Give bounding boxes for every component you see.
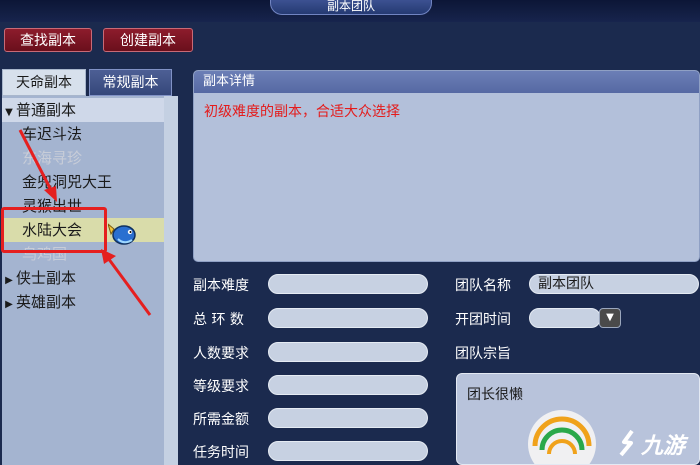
caret-right-icon: ▶ [5,299,13,310]
tree-category-xiashi[interactable]: ▶ 侠士副本 [2,266,164,290]
team-name-label: 团队名称 [455,278,511,294]
detail-header: 副本详情 [194,71,699,93]
tree-scrollbar[interactable] [164,96,178,465]
difficulty-field [268,274,428,294]
difficulty-label: 副本难度 [193,278,249,294]
window-title: 副本团队 [270,0,432,15]
rounds-field [268,308,428,328]
time-label: 任务时间 [193,445,249,461]
watermark-text: 九游 [641,434,686,459]
tree-item-chechi[interactable]: 车迟斗法 [2,122,164,146]
watermark-j-icon [619,429,634,457]
level-label: 等级要求 [193,379,249,395]
people-field [268,342,428,362]
instance-tree: ▼ 普通副本 车迟斗法 东海寻珍 金兜洞兕大王 灵猴出世 水陆大会 乌鸡国 ▶ 侠士… [2,96,166,465]
find-instance-button[interactable]: 查找副本 [4,28,92,52]
selection-highlight-box [1,207,107,253]
team-name-input[interactable]: 副本团队 [529,274,699,294]
money-label: 所需金额 [193,412,249,428]
title-bar: 副本团队 [0,0,700,22]
create-instance-button[interactable]: 创建副本 [103,28,193,52]
open-time-dropdown-button[interactable]: ▼ [599,308,621,328]
detail-description: 初级难度的副本，合适大众选择 [204,104,400,120]
purpose-label: 团队宗旨 [455,346,511,362]
open-time-label: 开团时间 [455,312,511,328]
tree-category-normal[interactable]: ▼ 普通副本 [2,98,164,122]
people-label: 人数要求 [193,346,249,362]
fish-cursor-icon [108,223,136,245]
tab-regular[interactable]: 常规副本 [89,69,172,96]
open-time-select[interactable] [529,308,601,328]
watermark-logo-icon [528,410,596,464]
level-field [268,375,428,395]
chevron-down-icon: ▼ [606,312,614,323]
tree-item-donghai: 东海寻珍 [22,149,83,167]
tab-tianming[interactable]: 天命副本 [2,69,86,96]
time-field [268,441,428,461]
purpose-text: 团长很懒 [467,387,523,403]
tree-item-jindoudong[interactable]: 金兜洞兕大王 [2,170,164,194]
tree-category-hero[interactable]: ▶ 英雄副本 [2,290,164,314]
rounds-label: 总 环 数 [193,312,244,328]
instance-detail-panel: 副本详情 初级难度的副本，合适大众选择 [193,70,700,262]
money-field [268,408,428,428]
